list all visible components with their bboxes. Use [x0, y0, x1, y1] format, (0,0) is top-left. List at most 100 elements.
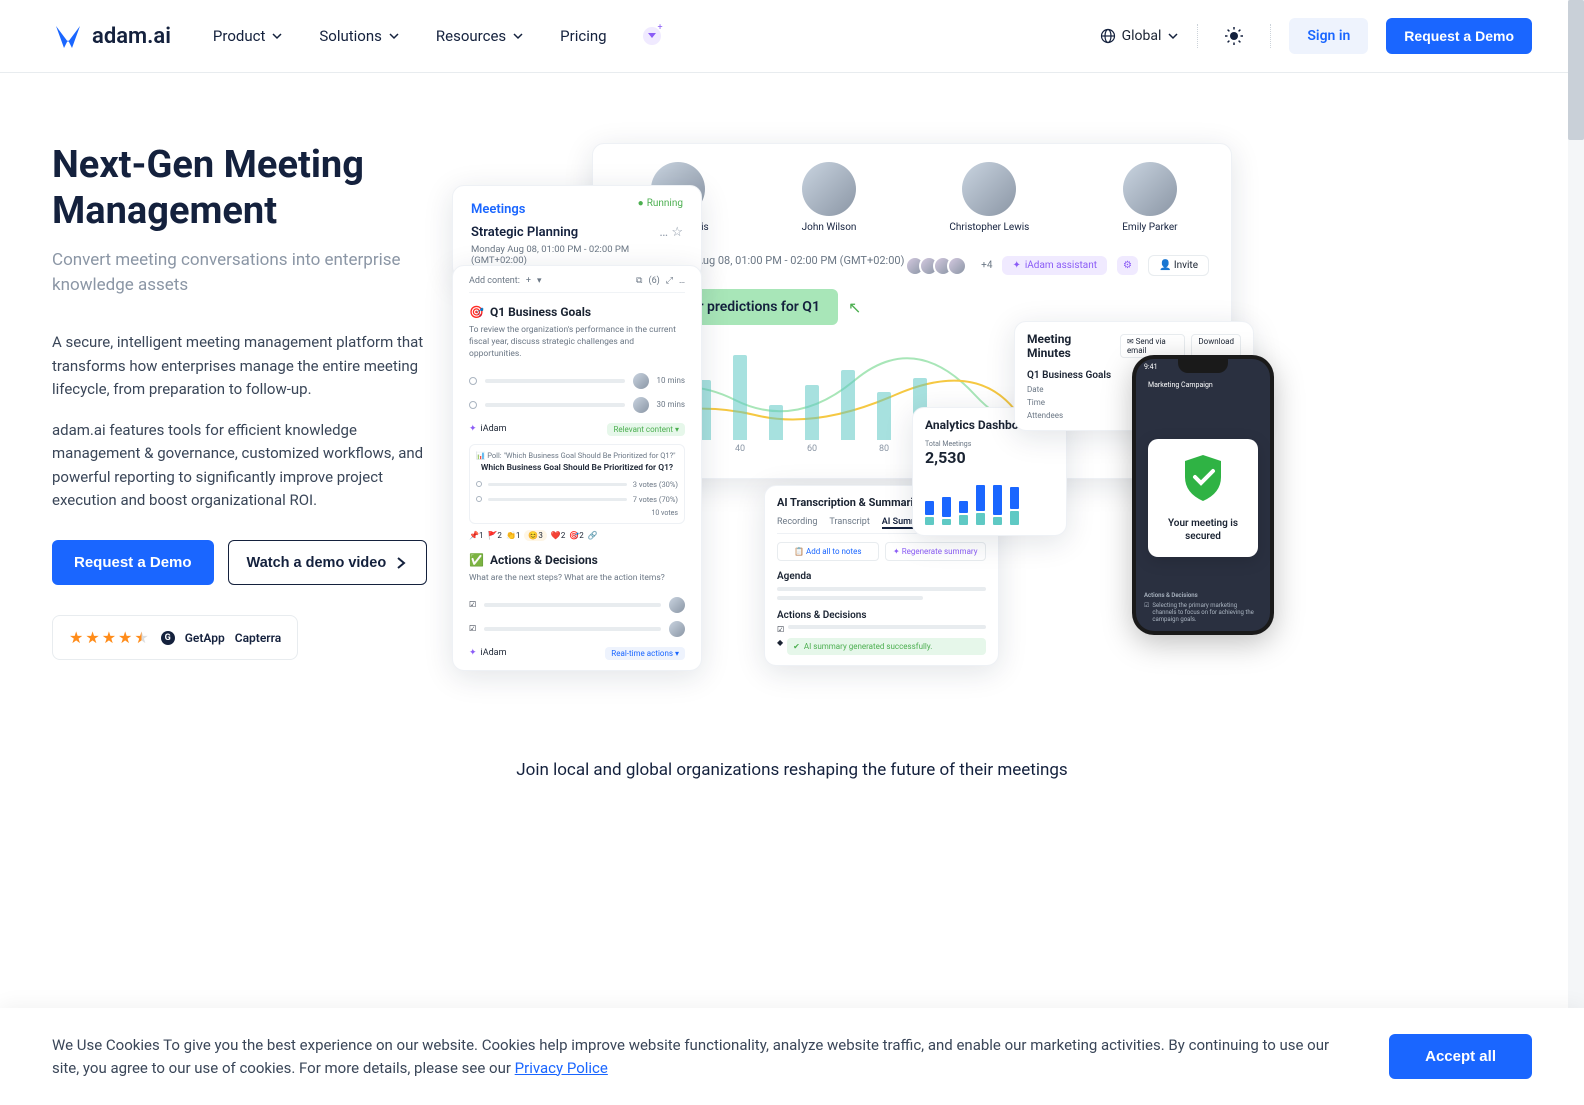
plus-icon[interactable]: + [526, 276, 531, 286]
ai-success-text: AI summary generated successfully. [804, 642, 932, 651]
goal-placeholder [485, 403, 625, 407]
content-placeholder [788, 625, 986, 629]
chevron-down-icon [1167, 30, 1179, 42]
avatar-icon [669, 621, 685, 637]
assistant-settings[interactable]: ⚙ [1117, 256, 1138, 275]
locale-label: Global [1122, 28, 1162, 44]
regenerate-button[interactable]: ✦ Regenerate summary [885, 542, 987, 561]
checkbox-icon: ☑ [1144, 602, 1149, 623]
person-icon: 👤 [1159, 260, 1174, 271]
new-badge-icon[interactable] [643, 27, 661, 45]
brand-logo[interactable]: adam.ai [52, 20, 171, 52]
sign-in-button[interactable]: Sign in [1289, 18, 1368, 54]
nav-resources[interactable]: Resources [436, 27, 524, 45]
emoji-react[interactable]: ❤️2 [551, 531, 565, 540]
radio-icon [476, 481, 482, 487]
chevron-down-icon[interactable]: ▾ [537, 276, 542, 286]
hero-desc-1: A secure, intelligent meeting management… [52, 331, 432, 401]
link-icon[interactable]: 🔗 [588, 531, 598, 540]
hero-request-demo-button[interactable]: Request a Demo [52, 540, 214, 585]
star-half-icon: ★ [134, 628, 148, 647]
content-placeholder [777, 596, 923, 600]
participants-row: William Harris John Wilson Christopher L… [615, 162, 1209, 233]
meeting-name: Strategic Planning … ☆ [471, 225, 683, 240]
actions-title: Actions & Decisions [490, 553, 598, 567]
emoji-react[interactable]: 😊3 [524, 530, 546, 541]
sun-icon [1225, 27, 1243, 45]
cookie-banner: We Use Cookies To give you the best expe… [0, 1008, 1584, 1105]
emoji-react[interactable]: 👏1 [506, 531, 520, 540]
iadam-label: iAdam [481, 648, 507, 658]
q1-desc: To review the organization's performance… [469, 325, 685, 361]
more-icon[interactable]: … ☆ [659, 225, 683, 240]
poll-option[interactable]: 3 votes (30%) [476, 477, 678, 492]
nav-product[interactable]: Product [213, 27, 283, 45]
request-demo-button[interactable]: Request a Demo [1386, 18, 1532, 54]
assistant-pill[interactable]: ✦ iAdam assistant [1002, 256, 1107, 275]
invite-button[interactable]: 👤 Invite [1148, 255, 1209, 276]
poll-option[interactable]: 7 votes (70%) [476, 492, 678, 507]
emoji-reactions: 📌1 🚩2 👏1 😊3 ❤️2 🎯2 🔗 [469, 530, 685, 541]
chevron-down-icon [512, 30, 524, 42]
agenda-label: Agenda [777, 571, 986, 582]
hero-desc-2: adam.ai features tools for efficient kno… [52, 419, 432, 512]
add-notes-button[interactable]: 📋 Add all to notes [777, 542, 879, 561]
participant-name: Christopher Lewis [949, 222, 1029, 233]
nav-product-label: Product [213, 27, 265, 45]
nav-solutions-label: Solutions [319, 27, 382, 45]
mini-chart [925, 485, 1054, 525]
rating-card: ★ ★ ★ ★ ★ G GetApp Capterra [52, 615, 298, 660]
checkbox-icon[interactable]: ☑ [469, 600, 476, 609]
emoji-react[interactable]: 🎯2 [569, 531, 583, 540]
poll-bar [488, 498, 627, 501]
status-badge: Running [638, 198, 683, 209]
nav-pricing[interactable]: Pricing [560, 27, 606, 45]
tab-transcript[interactable]: Transcript [829, 517, 869, 529]
poll-votes: 3 votes (30%) [633, 480, 678, 489]
radio-icon[interactable] [469, 401, 477, 409]
action-placeholder [484, 627, 661, 631]
tab-recording[interactable]: Recording [777, 517, 817, 529]
accept-cookies-button[interactable]: Accept all [1389, 1034, 1532, 1079]
hero-content: Next-Gen Meeting Management Convert meet… [52, 143, 432, 660]
phone-header: Marketing Campaign [1144, 379, 1262, 391]
site-header: adam.ai Product Solutions Resources Pric… [0, 0, 1584, 73]
assistant-label: iAdam assistant [1025, 260, 1097, 271]
divider [1270, 24, 1271, 48]
scrollbar[interactable] [1568, 0, 1584, 1105]
participant: Christopher Lewis [949, 162, 1029, 233]
content-header: Add content: + ▾ ⧉ (6) ⤢ … [469, 276, 685, 293]
chevron-down-icon [271, 30, 283, 42]
privacy-link[interactable]: Privacy Police [515, 1059, 608, 1077]
action-item: ☑ [469, 593, 685, 617]
nav-solutions[interactable]: Solutions [319, 27, 400, 45]
star-icon: ★ [118, 628, 132, 647]
scroll-thumb[interactable] [1568, 0, 1584, 140]
more-icon[interactable]: … [679, 276, 685, 286]
realtime-pill[interactable]: Real-time actions ▾ [605, 647, 685, 660]
checkbox-icon[interactable]: ☑ [469, 624, 476, 633]
iadam-row: ✦ iAdam Relevant content ▾ [469, 423, 685, 436]
locale-selector[interactable]: Global [1100, 28, 1180, 44]
relevant-pill[interactable]: Relevant content ▾ [607, 423, 685, 436]
flag-icon[interactable]: 🚩2 [487, 531, 501, 540]
avatar-icon [947, 256, 967, 276]
secured-card: Your meeting is secured [1148, 439, 1258, 557]
hero-buttons: Request a Demo Watch a demo video [52, 540, 432, 585]
participant: John Wilson [802, 162, 857, 233]
theme-toggle[interactable] [1216, 18, 1252, 54]
nav-pricing-label: Pricing [560, 27, 606, 45]
shield-icon [1181, 453, 1225, 503]
content-placeholder [777, 587, 986, 591]
radio-icon[interactable] [469, 377, 477, 385]
pin-icon[interactable]: 📌1 [469, 531, 483, 540]
expand-icon[interactable]: ⤢ [666, 276, 673, 286]
avatar-icon [1123, 162, 1177, 216]
copy-icon[interactable]: ⧉ [636, 276, 642, 286]
iadam-actions-row: ✦ iAdam Real-time actions ▾ [469, 647, 685, 660]
goal-placeholder [485, 379, 625, 383]
brand-name: adam.ai [92, 24, 171, 49]
watch-demo-button[interactable]: Watch a demo video [228, 540, 428, 585]
checkbox-icon: ☑ [777, 625, 784, 634]
actions-desc: What are the next steps? What are the ac… [469, 573, 685, 585]
